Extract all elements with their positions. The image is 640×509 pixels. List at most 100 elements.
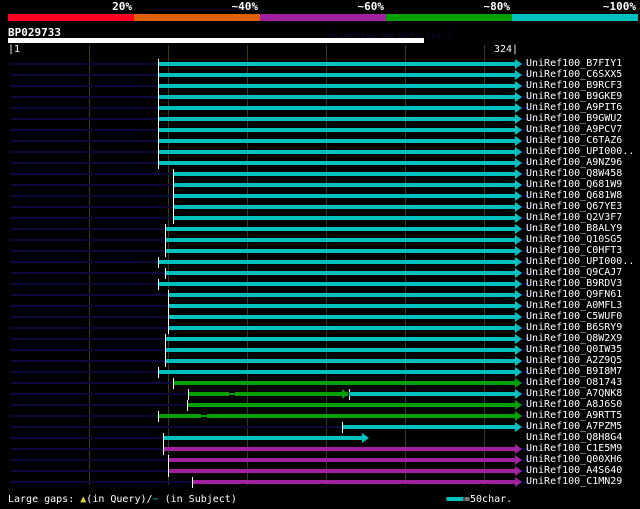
query-coverage-line [10, 184, 173, 186]
hit-end-arrow-icon [515, 191, 523, 201]
identity-label: ~60% [357, 0, 385, 13]
query-coverage-line [10, 371, 159, 373]
hit-start-tick [164, 334, 166, 345]
hit-end-arrow-icon [515, 378, 523, 388]
hit-end-arrow-icon [515, 444, 523, 454]
query-coverage-line [10, 206, 173, 208]
hit-segment [158, 414, 516, 418]
scale-legend: =50char. [446, 494, 512, 505]
hit-segment [348, 392, 517, 396]
hit-segment [164, 238, 516, 242]
hit-segment [167, 458, 516, 462]
hit-start-tick [164, 235, 166, 246]
query-end-label: 324| [494, 44, 519, 55]
hit-start-tick [167, 455, 169, 466]
hit-segment [158, 370, 516, 374]
hit-segment [172, 205, 516, 209]
subject-gap-icon: − [152, 494, 159, 505]
query-coverage-line [10, 272, 165, 274]
query-coverage-line [10, 327, 168, 329]
alignment-row[interactable]: UniRef100_C1MN29 [0, 476, 640, 488]
hit-end-arrow-icon [362, 433, 370, 443]
query-coverage-line [10, 118, 159, 120]
hit-segment [164, 337, 516, 341]
scale-text: =50char. [464, 494, 513, 505]
hit-end-arrow-icon [515, 400, 523, 410]
hit-end-arrow-icon [515, 455, 523, 465]
hit-start-tick [158, 257, 160, 268]
hit-end-arrow-icon [515, 202, 523, 212]
hit-label[interactable]: UniRef100_C1MN29 [526, 476, 622, 488]
identity-label: ~40% [231, 0, 259, 13]
hit-start-tick [158, 367, 160, 378]
hit-start-tick [158, 81, 160, 92]
identity-band [8, 14, 134, 21]
hit-segment [163, 447, 516, 451]
hit-end-arrow-icon [515, 136, 523, 146]
hit-end-arrow-icon [515, 92, 523, 102]
hit-end-arrow-icon [515, 257, 523, 267]
identity-label: ~80% [483, 0, 511, 13]
identity-band [260, 14, 386, 21]
hit-segment [167, 469, 516, 473]
hit-segment [158, 260, 516, 264]
hit-start-tick [188, 389, 190, 400]
query-coverage-line [10, 294, 168, 296]
hit-start-tick [164, 356, 166, 367]
query-coverage-line [10, 470, 168, 472]
hit-start-tick [158, 147, 160, 158]
hit-end-arrow-icon [515, 367, 523, 377]
hit-segment [164, 348, 516, 352]
identity-label: ~100% [602, 0, 636, 13]
query-bar [8, 38, 424, 43]
hit-end-arrow-icon [515, 290, 523, 300]
hit-start-tick [158, 279, 160, 290]
hit-segment [172, 172, 516, 176]
hit-start-tick [172, 378, 174, 389]
hit-start-tick [172, 169, 174, 180]
hit-start-tick [158, 70, 160, 81]
query-gap-text: (in Query)/ [86, 494, 153, 505]
query-coverage-line [10, 404, 187, 406]
hit-segment [172, 194, 516, 198]
gaps-label: Large gaps: [8, 494, 75, 505]
hit-segment [158, 117, 516, 121]
hit-segment [172, 183, 516, 187]
query-coverage-line [10, 63, 159, 65]
hit-end-arrow-icon [515, 334, 523, 344]
hit-segment [163, 436, 363, 440]
hit-start-tick [158, 114, 160, 125]
hit-segment [164, 359, 516, 363]
hit-start-tick [164, 268, 166, 279]
hit-start-tick [186, 400, 188, 411]
hit-segment [158, 150, 516, 154]
hit-end-arrow-icon [515, 169, 523, 179]
hit-segment [167, 304, 516, 308]
hit-start-tick [158, 103, 160, 114]
hit-start-tick [164, 345, 166, 356]
hit-start-tick [172, 180, 174, 191]
hit-start-tick [158, 92, 160, 103]
hit-end-arrow-icon [515, 59, 523, 69]
query-coverage-line [10, 283, 159, 285]
query-coverage-line [10, 261, 159, 263]
hit-start-tick [158, 411, 160, 422]
identity-label: 20% [112, 0, 132, 13]
query-coverage-line [10, 382, 173, 384]
hit-segment [167, 326, 516, 330]
hit-start-tick [167, 466, 169, 477]
query-coverage-line [10, 393, 189, 395]
query-coverage-line [10, 162, 159, 164]
query-coverage-line [10, 96, 159, 98]
hit-start-tick [172, 213, 174, 224]
hit-segment [158, 73, 516, 77]
query-coverage-line [10, 338, 165, 340]
query-coverage-line [10, 448, 164, 450]
hit-segment [158, 282, 516, 286]
hit-end-arrow-icon [515, 213, 523, 223]
query-coverage-line [10, 481, 192, 483]
hit-start-tick [172, 202, 174, 213]
query-coverage-line [10, 217, 173, 219]
identity-band [512, 14, 638, 21]
hit-segment [164, 271, 516, 275]
